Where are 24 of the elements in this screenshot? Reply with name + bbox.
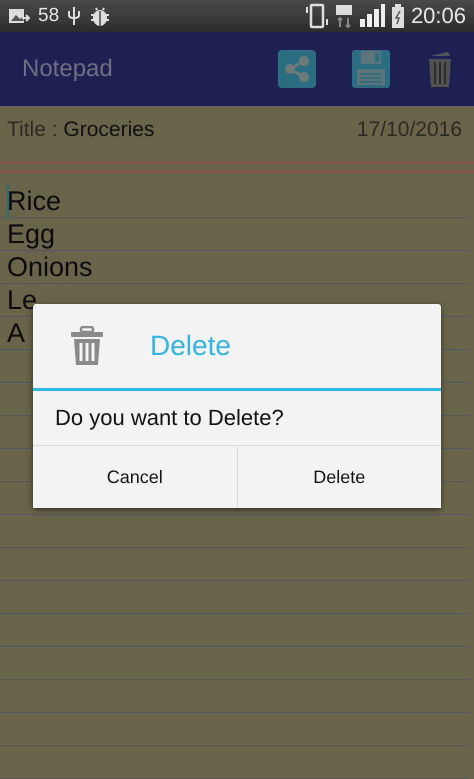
note-line: Le	[7, 284, 38, 317]
battery-icon	[390, 3, 405, 29]
share-icon[interactable]	[278, 50, 316, 88]
trash-icon[interactable]	[426, 50, 454, 88]
vibrate-icon	[304, 3, 329, 29]
app-title: Notepad	[22, 55, 113, 83]
usb-icon	[67, 5, 82, 27]
note-line: Rice	[7, 185, 62, 218]
bug-icon	[89, 5, 112, 27]
note-line: A	[7, 317, 26, 350]
dialog-title: Delete	[150, 330, 231, 362]
dialog-button[interactable]: Cancel	[33, 446, 236, 508]
trash-icon	[70, 326, 104, 366]
gallery-icon	[8, 6, 30, 26]
note-line: Onions	[7, 251, 93, 284]
note-date: 17/10/2016	[356, 118, 462, 143]
lte-icon	[334, 3, 353, 29]
save-icon[interactable]	[352, 50, 390, 88]
notification-count: 58	[38, 5, 60, 27]
clock: 20:06	[410, 3, 466, 29]
note-title: Title : Groceries	[7, 118, 154, 143]
note-line: Egg	[7, 218, 56, 251]
dialog-button[interactable]: Delete	[236, 446, 441, 508]
signal-icon	[358, 4, 385, 28]
